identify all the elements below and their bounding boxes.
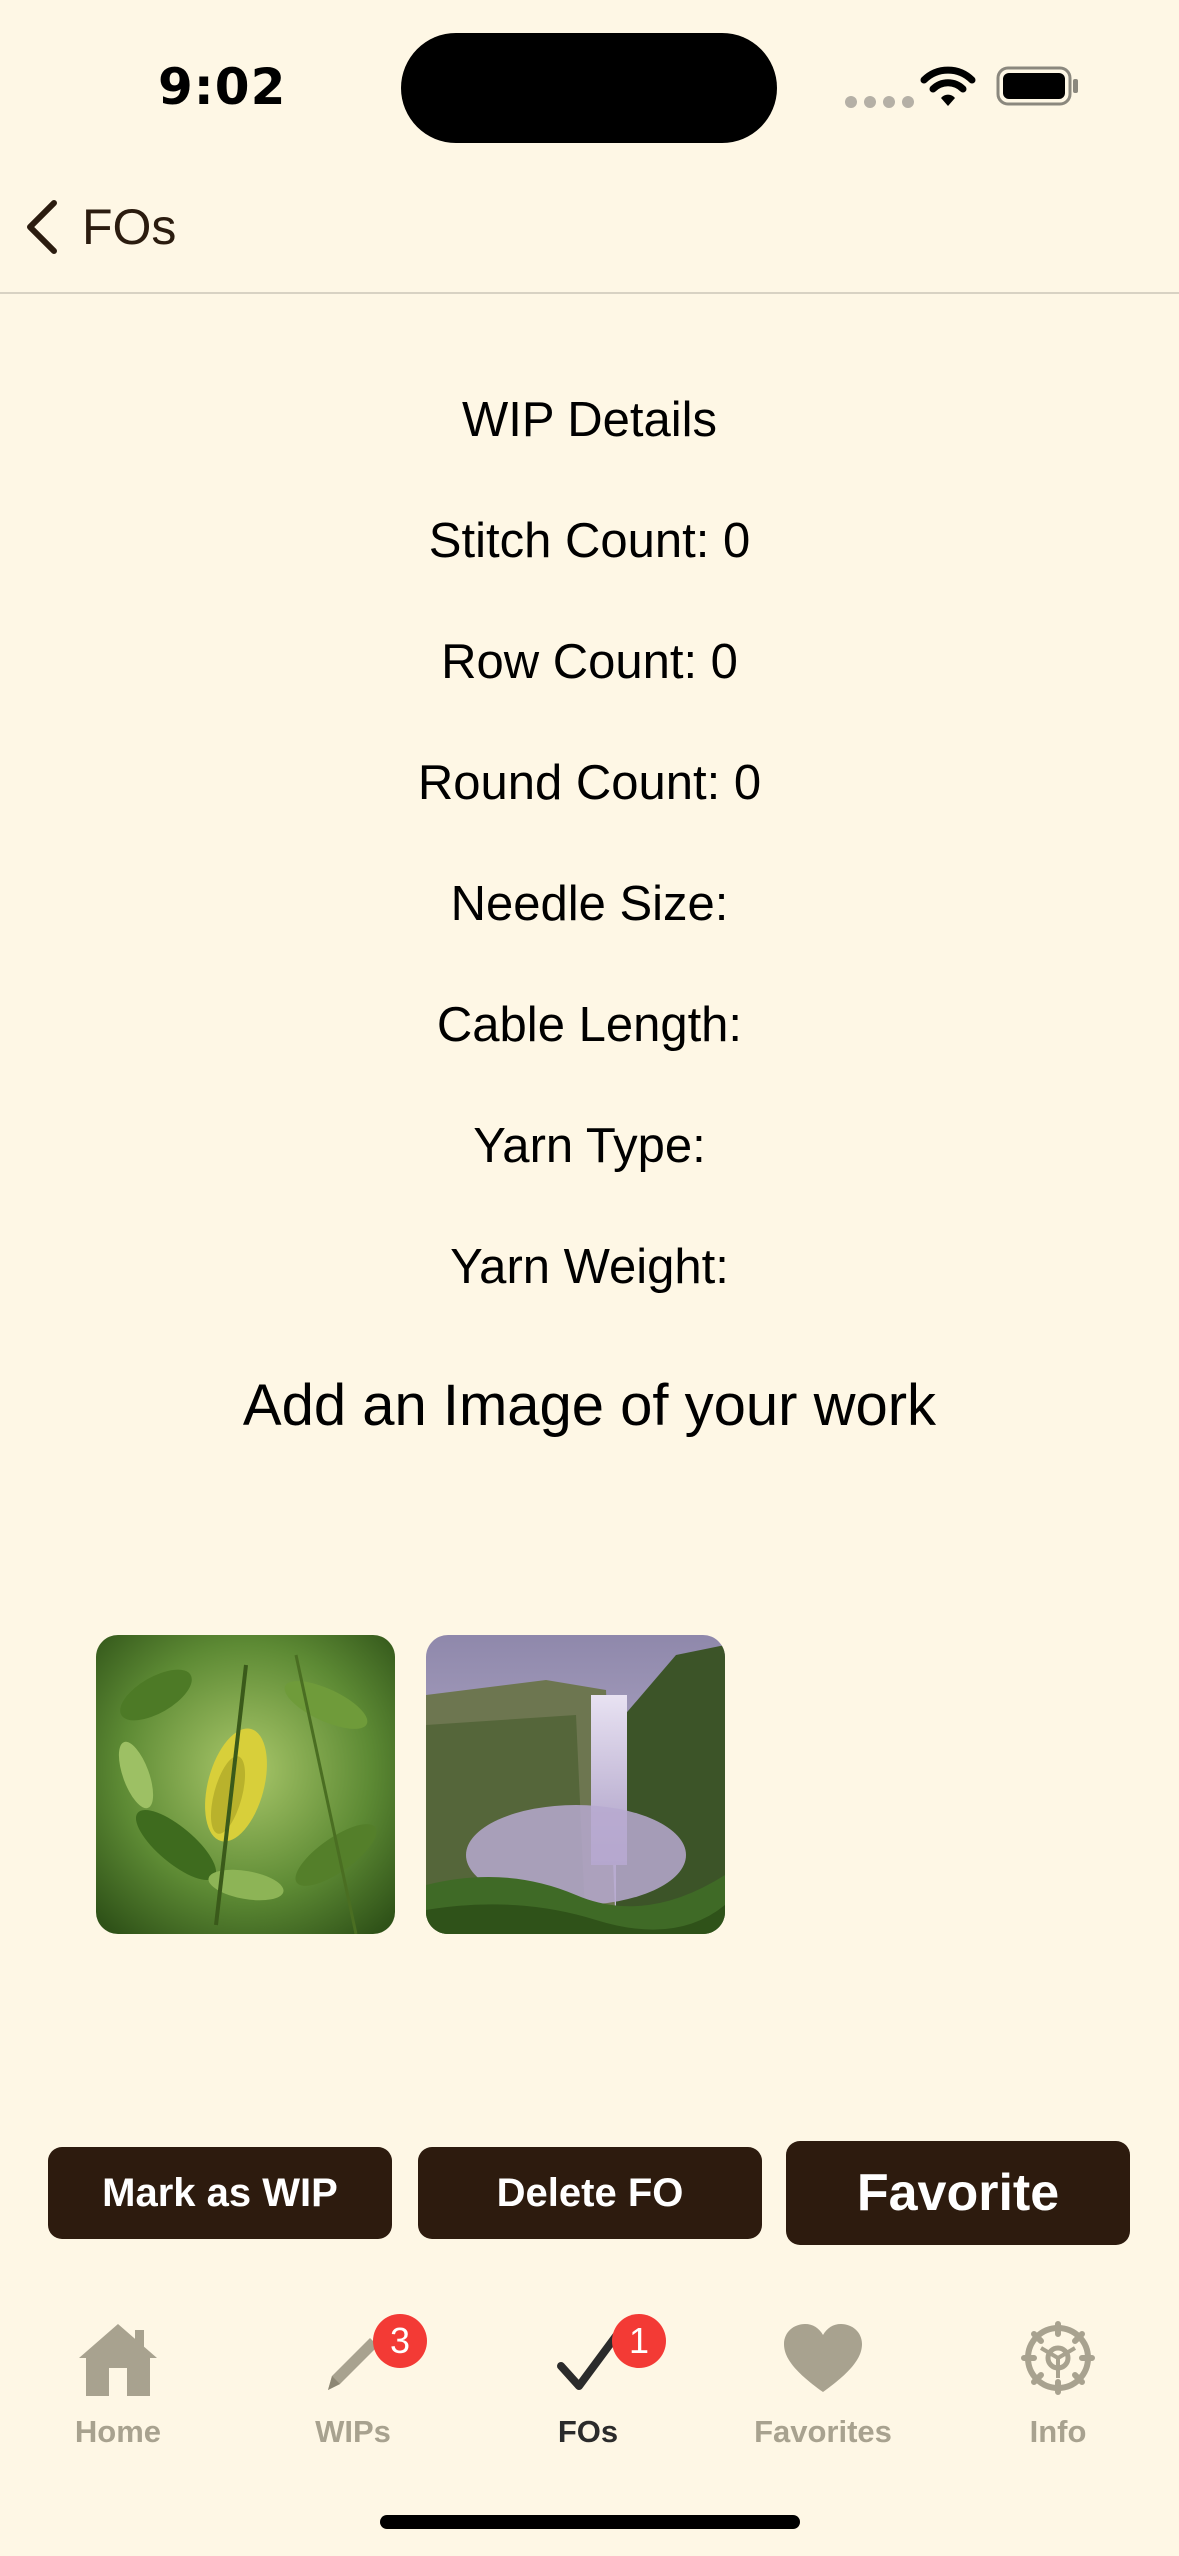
row-count: Row Count: 0 — [441, 635, 738, 689]
back-button-label: FOs — [82, 199, 177, 255]
yarn-type: Yarn Type: — [473, 1119, 706, 1173]
heart-icon — [784, 2324, 862, 2392]
tab-info[interactable]: Info — [958, 2318, 1158, 2458]
tab-info-label: Info — [1029, 2414, 1087, 2449]
mark-as-wip-button[interactable]: Mark as WIP — [48, 2147, 392, 2239]
wips-badge: 3 — [373, 2314, 427, 2368]
nav-divider — [0, 292, 1179, 294]
add-image-title: Add an Image of your work — [242, 1373, 937, 1438]
home-indicator[interactable] — [380, 2515, 800, 2529]
cable-length: Cable Length: — [436, 998, 743, 1052]
tab-fos[interactable]: 1 FOs — [488, 2314, 688, 2458]
round-count: Round Count: 0 — [417, 756, 762, 810]
wifi-icon — [920, 66, 976, 106]
gear-icon — [1021, 2321, 1095, 2395]
back-button[interactable]: FOs — [22, 192, 176, 262]
favorite-button[interactable]: Favorite — [786, 2141, 1130, 2245]
leaf-photo[interactable] — [96, 1635, 395, 1934]
tab-wips-label: WIPs — [315, 2414, 391, 2449]
tab-favorites-label: Favorites — [754, 2414, 892, 2449]
tab-home[interactable]: Home — [18, 2318, 218, 2458]
tab-home-label: Home — [74, 2414, 162, 2449]
status-time: 9:02 — [158, 58, 287, 116]
tab-fos-label: FOs — [557, 2414, 619, 2449]
yarn-weight: Yarn Weight: — [450, 1240, 729, 1294]
chevron-left-icon — [27, 200, 57, 254]
needle-size: Needle Size: — [450, 877, 729, 931]
house-icon — [79, 2324, 157, 2396]
tab-wips[interactable]: 3 WIPs — [253, 2314, 453, 2458]
cellular-signal-icon — [845, 96, 914, 108]
details-title: WIP Details — [461, 393, 718, 447]
battery-icon — [996, 66, 1078, 106]
stitch-count: Stitch Count: 0 — [428, 514, 751, 568]
delete-fo-button[interactable]: Delete FO — [418, 2147, 762, 2239]
fos-badge: 1 — [612, 2314, 666, 2368]
dynamic-island — [401, 33, 777, 143]
tab-favorites[interactable]: Favorites — [723, 2318, 923, 2458]
waterfall-photo[interactable] — [426, 1635, 725, 1934]
